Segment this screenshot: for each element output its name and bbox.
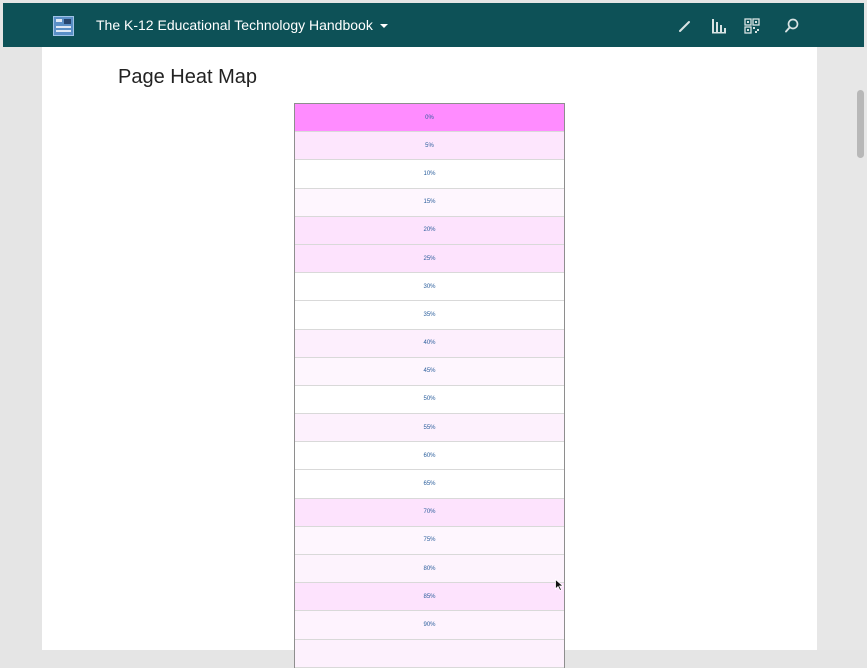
heat-map-row[interactable]: 55%	[295, 414, 564, 443]
heat-map-row[interactable]: 65%	[295, 470, 564, 499]
heat-map-row-label: 85%	[423, 593, 436, 600]
heat-map-row-label: 75%	[423, 537, 436, 544]
heat-map-row[interactable]: 30%	[295, 273, 564, 302]
top-navigation-bar: The K-12 Educational Technology Handbook	[3, 3, 864, 47]
heat-map-row-label: 70%	[423, 509, 436, 516]
heat-map-row[interactable]: 15%	[295, 188, 564, 217]
page-title: Page Heat Map	[118, 66, 257, 88]
heat-map-row-label: 25%	[423, 255, 436, 262]
heat-map-row[interactable]: 75%	[295, 526, 564, 555]
heat-map-row[interactable]: 35%	[295, 301, 564, 330]
heat-map-row-label: 40%	[423, 340, 436, 347]
heat-map-row-label: 80%	[423, 565, 436, 572]
heat-map-row[interactable]: 10%	[295, 160, 564, 189]
heat-map-row-label: 35%	[423, 311, 436, 318]
heat-map-row[interactable]: 70%	[295, 498, 564, 527]
heat-map-row[interactable]: 40%	[295, 329, 564, 358]
heat-map-row[interactable]: 85%	[295, 583, 564, 612]
search-icon[interactable]	[782, 16, 802, 36]
heat-map-row[interactable]: 45%	[295, 357, 564, 386]
caret-down-icon	[379, 24, 388, 29]
heat-map-row[interactable]	[295, 639, 564, 668]
heat-map-row-label: 10%	[423, 170, 436, 177]
page-heat-map-table: 0% 5% 10% 15% 20% 25% 30% 35% 40% 45% 50% 55% 60% 65%…	[294, 103, 565, 668]
pencil-icon[interactable]	[675, 16, 695, 36]
bar-chart-icon[interactable]	[709, 16, 729, 36]
heat-map-row-label: 20%	[423, 227, 436, 234]
heat-map-row-label: 50%	[423, 396, 436, 403]
heat-map-row[interactable]: 80%	[295, 555, 564, 584]
heat-map-row-label: 30%	[423, 283, 436, 290]
heat-map-row-label: 55%	[423, 424, 436, 431]
heat-map-row-label: 45%	[423, 368, 436, 375]
heat-map-row-label: 0%	[425, 114, 434, 121]
heat-map-row[interactable]: 50%	[295, 385, 564, 415]
heat-map-row[interactable]: 5%	[295, 132, 564, 161]
heat-map-row[interactable]: 20%	[295, 216, 564, 245]
book-logo-icon[interactable]	[53, 16, 74, 36]
heat-map-row[interactable]: 60%	[295, 442, 564, 471]
heat-map-row[interactable]: 25%	[295, 244, 564, 274]
mouse-cursor-icon	[555, 579, 564, 591]
vertical-scrollbar[interactable]	[857, 90, 864, 158]
heat-map-row-label: 65%	[423, 481, 436, 488]
heat-map-row-label: 15%	[423, 199, 436, 206]
page-content: Page Heat Map 0% 5% 10% 15% 20% 25% 30% 35% 40% 4…	[42, 47, 817, 668]
qr-code-icon[interactable]	[742, 16, 762, 36]
heat-map-row[interactable]: 0%	[295, 104, 564, 133]
heat-map-row-label: 90%	[423, 621, 436, 628]
book-title-text: The K-12 Educational Technology Handbook	[96, 17, 373, 33]
heat-map-row[interactable]: 90%	[295, 611, 564, 640]
book-title-dropdown[interactable]: The K-12 Educational Technology Handbook	[96, 15, 388, 35]
heat-map-row-label: 60%	[423, 452, 436, 459]
heat-map-row-label: 5%	[425, 142, 434, 149]
